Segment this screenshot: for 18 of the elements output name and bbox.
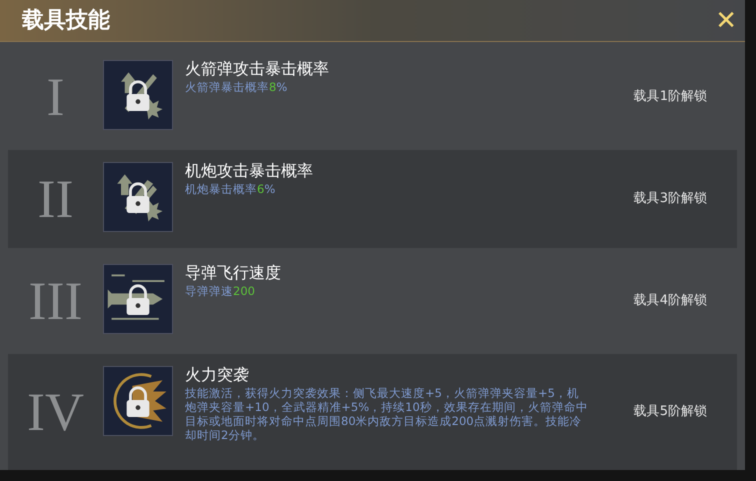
roman-numeral: IV [26,385,85,439]
roman-numeral: II [36,172,74,226]
skill-description: 火箭弹暴击概率8% [185,80,288,94]
roman-numeral: I [46,70,66,124]
skill-description: 导弹弹速200 [185,284,256,298]
skill-name: 火力突袭 [185,364,250,386]
roman-numeral: III [28,274,84,328]
skill-name: 导弹飞行速度 [185,262,282,284]
dialog-title: 载具技能 [22,7,110,35]
skill-name: 火箭弹攻击暴击概率 [185,58,330,80]
skill-description: 技能激活，获得火力突袭效果：侧飞最大速度+5，火箭弹弹夹容量+5，机炮弹夹容量+10，全武器精准+5%，持续10秒，效果存在期间，火箭弹命中目标或地面时将对命中点周围80米内敌方目标造成200点溅射伤害。技能冷却时间2分钟。 [185,386,589,442]
skill-description: 机炮暴击概率6% [185,182,276,196]
unlock-requirement: 载具5阶解锁 [634,403,707,422]
close-button[interactable]: ✕ [715,8,737,34]
unlock-requirement: 载具3阶解锁 [634,190,707,208]
skill-name: 机炮攻击暴击概率 [185,160,314,182]
unlock-requirement: 载具1阶解锁 [634,88,707,106]
unlock-requirement: 载具4阶解锁 [634,292,707,310]
